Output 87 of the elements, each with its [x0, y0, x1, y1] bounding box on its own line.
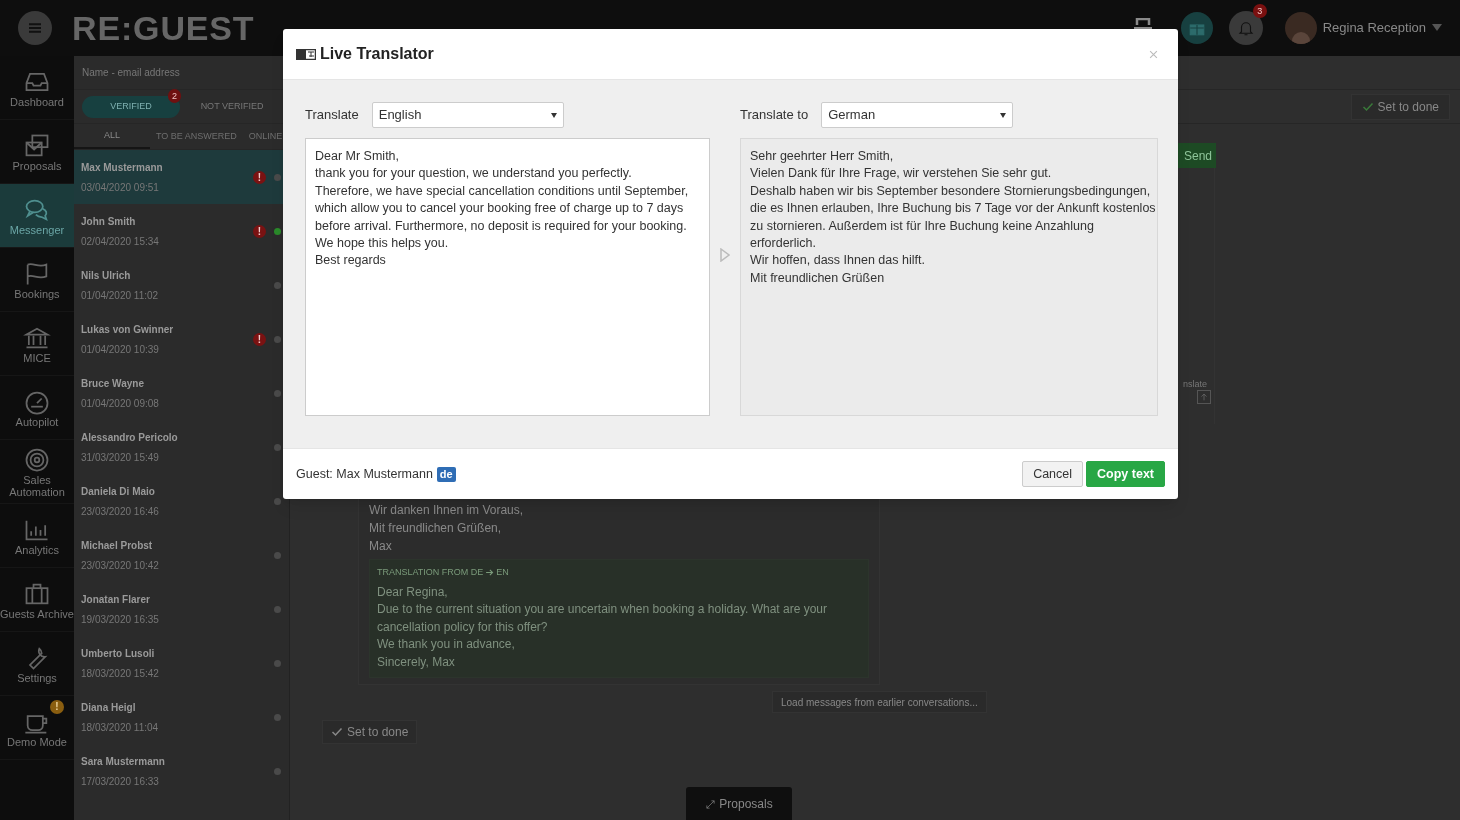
- guest-name: Diana Heigl: [81, 700, 137, 715]
- guest-name: Sara Mustermann: [81, 754, 166, 769]
- filter-toggle[interactable]: NOT VERIFIED: [183, 95, 281, 118]
- conversation-item[interactable]: Michael Probst 23/03/2020 10:42: [74, 528, 289, 582]
- conversation-date: 03/04/2020 09:51: [81, 180, 160, 195]
- conversation-date: 31/03/2020 15:49: [81, 450, 160, 465]
- translation-text: Dear Regina, Due to the current situation you are uncertain when booking a holiday. What are your cancellation policy for this offer? We thank you in advance, Sincerely, Max: [377, 583, 829, 671]
- guest-name: Michael Probst: [81, 538, 154, 553]
- conversation-date: 01/04/2020 10:39: [81, 342, 160, 357]
- menu-button[interactable]: [18, 11, 52, 45]
- language-badge: de: [436, 466, 456, 482]
- check-icon: [1361, 100, 1374, 113]
- close-icon: [1149, 49, 1158, 59]
- alert-badge: !: [253, 224, 266, 238]
- guest-name: Max Mustermann: [81, 160, 164, 175]
- conversation-item[interactable]: Diana Heigl 18/03/2020 11:04: [74, 690, 289, 744]
- expand-icon: [705, 798, 717, 810]
- conversation-item[interactable]: Nils Ulrich 01/04/2020 11:02: [74, 258, 289, 312]
- guest-label: Guest: Max Mustermann: [296, 465, 433, 483]
- conversation-item[interactable]: Jonatan Flarer 19/03/2020 16:35: [74, 582, 289, 636]
- search-field[interactable]: Name - email address: [82, 65, 281, 80]
- play-icon: [720, 248, 730, 262]
- gift-button[interactable]: [1180, 12, 1213, 44]
- translate-icon: [296, 48, 316, 60]
- proposals-tab[interactable]: Proposals: [686, 787, 792, 820]
- conversation-date: 18/03/2020 11:04: [81, 720, 160, 735]
- list-tab[interactable]: TO BE ANSWERED: [150, 125, 243, 149]
- count-badge: 2: [167, 88, 182, 103]
- message-line: Wir danken Ihnen im Voraus,: [369, 502, 525, 519]
- arrow-up-icon: [1199, 392, 1209, 402]
- set-done-button[interactable]: Set to done: [1350, 93, 1450, 120]
- translate-label: nslate: [1183, 378, 1208, 391]
- conversation-item[interactable]: Alessandro Pericolo 31/03/2020 15:49: [74, 420, 289, 474]
- nav-item[interactable]: Messenger: [0, 184, 74, 248]
- field-label: Translate: [305, 106, 359, 125]
- guest-name: Bruce Wayne: [81, 376, 145, 391]
- message-line: Max: [369, 538, 393, 555]
- source-text-field[interactable]: Dear Mr Smith, thank you for your question, we understand you perfectly. Therefore, we have special cancellation conditions until September, which allow you to cancel your booking free of charge up to 7 days before arrival. Furthermore, no deposit is required for your booking. We hope this helps you. Best regards: [305, 138, 710, 416]
- alert-badge: !: [253, 170, 266, 184]
- conversation-item[interactable]: Bruce Wayne 01/04/2020 09:08: [74, 366, 289, 420]
- conversation-item[interactable]: Sara Mustermann 17/03/2020 16:33: [74, 744, 289, 798]
- conversation-date: 23/03/2020 10:42: [81, 558, 160, 573]
- warning-badge: !: [50, 700, 64, 714]
- send-button[interactable]: Send: [1176, 143, 1216, 168]
- language-select[interactable]: English: [371, 102, 564, 128]
- conversation-item[interactable]: Umberto Lusoli 18/03/2020 15:42: [74, 636, 289, 690]
- dialog-title: Live Translator: [320, 44, 434, 64]
- check-icon: [331, 726, 343, 738]
- conversation-item[interactable]: Daniela Di Maio 23/03/2020 16:46: [74, 474, 289, 528]
- conversation-date: 23/03/2020 16:46: [81, 504, 160, 519]
- conversation-date: 01/04/2020 09:08: [81, 396, 160, 411]
- bell-icon: [1236, 19, 1255, 37]
- user-name[interactable]: Regina Reception: [1322, 18, 1426, 38]
- avatar: [1284, 12, 1317, 44]
- guest-name: Nils Ulrich: [81, 268, 132, 283]
- conversation-date: 18/03/2020 15:42: [81, 666, 160, 681]
- conversation-date: 02/04/2020 15:34: [81, 234, 160, 249]
- translated-text-field[interactable]: Sehr geehrter Herr Smith, Vielen Dank für Ihre Frage, wir verstehen Sie sehr gut. Deshalb haben wir bis September besondere Stornierungsbedingungen, die es Ihnen erlauben, Ihre Buchung bis 7 Tage vor der Ankunft kostenlos zu stornieren. Außerdem ist für Ihre Buchung keine Anzahlung erforderlich. Wir hoffen, dass Ihnen das hilft. Mit freundlichen Grüßen: [740, 138, 1158, 416]
- guest-name: Lukas von Gwinner: [81, 322, 175, 337]
- alert-badge: !: [253, 332, 266, 346]
- load-earlier-button[interactable]: Load messages from earlier conversations...: [772, 691, 987, 713]
- guest-name: Jonatan Flarer: [81, 592, 151, 607]
- guest-name: Umberto Lusoli: [81, 646, 156, 661]
- field-label: Translate to: [740, 106, 809, 125]
- caret-icon: [1000, 112, 1007, 118]
- guest-name: Alessandro Pericolo: [81, 430, 179, 445]
- set-done-button[interactable]: Set to done: [322, 720, 418, 744]
- logo: RE:GUEST: [72, 11, 255, 45]
- cancel-button[interactable]: Cancel: [1022, 461, 1084, 487]
- conversation-item[interactable]: John Smith 02/04/2020 15:34 !: [74, 204, 289, 258]
- notification-count: 3: [1252, 4, 1267, 18]
- caret-icon: [1432, 24, 1442, 32]
- conversation-item[interactable]: Lukas von Gwinner 01/04/2020 10:39 !: [74, 312, 289, 366]
- list-tab[interactable]: ONLINE: [242, 125, 289, 149]
- caret-icon: [550, 112, 557, 118]
- guest-name: John Smith: [81, 214, 137, 229]
- translation-target: EN: [496, 566, 509, 579]
- conversation-date: 17/03/2020 16:33: [81, 774, 160, 789]
- copy-button[interactable]: Copy text: [1086, 461, 1165, 487]
- arrow-right-icon: [485, 568, 495, 578]
- translation-label: TRANSLATION FROM DE: [377, 566, 484, 579]
- message-line: Mit freundlichen Grüßen,: [369, 520, 503, 537]
- conversation-date: 19/03/2020 16:35: [81, 612, 160, 627]
- upload-button[interactable]: [1197, 390, 1211, 404]
- guest-name: Daniela Di Maio: [81, 484, 156, 499]
- conversation-date: 01/04/2020 11:02: [81, 288, 160, 303]
- language-select[interactable]: German: [821, 102, 1014, 128]
